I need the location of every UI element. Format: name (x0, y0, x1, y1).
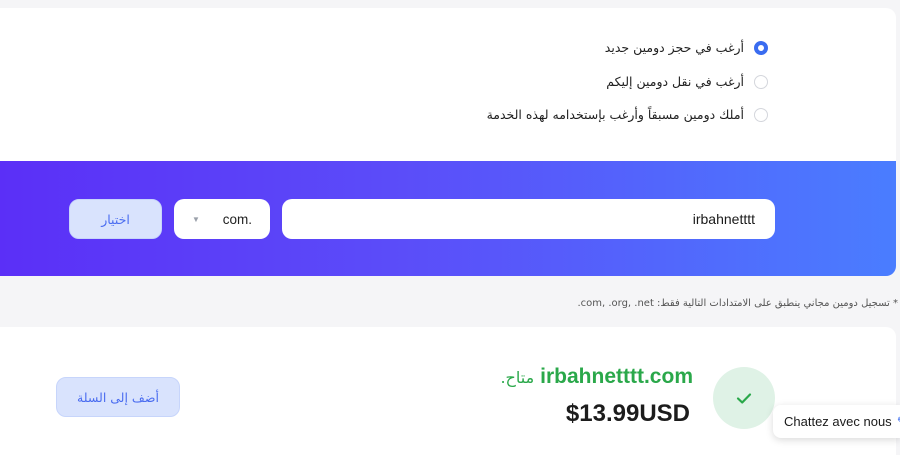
domain-availability: irbahnetttt.com متاح. (500, 365, 693, 389)
domain-price: $13.99USD (565, 400, 690, 427)
radio-register-new[interactable] (754, 40, 768, 55)
free-domain-note: * تسجيل دومين مجاني ينطبق على الامتدادات… (577, 298, 898, 309)
choose-button[interactable]: اختيار (69, 199, 162, 239)
option-transfer-label: أرغب في نقل دومين إليكم (606, 74, 744, 89)
option-own-domain[interactable]: أملك دومين مسبقاً وأرغب بإستخدامه لهذه ا… (487, 107, 768, 122)
add-to-cart-button[interactable]: أضف إلى السلة (56, 377, 180, 417)
option-register-new[interactable]: أرغب في حجز دومين جديد (605, 40, 768, 55)
chat-button[interactable]: Chattez avec nous ✎ (773, 405, 900, 438)
domain-result-card: irbahnetttt.com متاح. $13.99USD أضف إلى … (0, 327, 896, 455)
chevron-down-icon: ▼ (192, 214, 200, 224)
result-domain-name: irbahnetttt.com (540, 365, 693, 388)
chat-button-label: Chattez avec nous (784, 414, 892, 429)
availability-status: متاح. (500, 368, 535, 387)
tld-selected-value: com. (222, 211, 252, 227)
radio-transfer[interactable] (754, 74, 768, 89)
option-transfer[interactable]: أرغب في نقل دومين إليكم (606, 74, 768, 89)
tld-select[interactable]: ▼ com. (174, 199, 270, 239)
radio-own-domain[interactable] (754, 107, 768, 122)
option-own-domain-label: أملك دومين مسبقاً وأرغب بإستخدامه لهذه ا… (486, 107, 744, 122)
domain-search-value: irbahnetttt (692, 211, 755, 227)
option-register-new-label: أرغب في حجز دومين جديد (604, 40, 744, 55)
available-check-icon (713, 367, 775, 429)
domain-search-band: irbahnetttt ▼ com. اختيار (0, 161, 896, 276)
domain-options-card: أرغب في حجز دومين جديد أرغب في نقل دومين… (0, 8, 896, 161)
domain-search-input[interactable]: irbahnetttt (282, 199, 775, 239)
